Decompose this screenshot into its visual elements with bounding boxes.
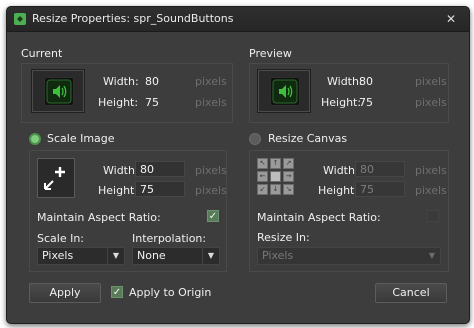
preview-sprite-thumbnail <box>257 69 311 113</box>
anchor-bottom-left-icon[interactable]: ↙ <box>257 184 268 195</box>
anchor-top-icon[interactable]: ↑ <box>270 158 281 169</box>
scale-height-input[interactable]: 75 <box>135 181 185 197</box>
anchor-bottom-right-icon[interactable]: ↘ <box>283 184 294 195</box>
current-height-label: Height: <box>98 96 139 109</box>
anchor-center-icon[interactable] <box>270 171 281 182</box>
current-width-label: Width: <box>103 75 139 88</box>
scale-width-unit: pixels <box>195 164 227 177</box>
chevron-down-icon: ▼ <box>428 251 436 260</box>
canvas-height-unit: pixels <box>415 184 447 197</box>
scale-maintain-aspect-checkbox[interactable]: ✓ <box>207 210 219 222</box>
resize-canvas-label[interactable]: Resize Canvas <box>268 132 347 145</box>
preview-width-label: Width: <box>327 75 363 88</box>
preview-section-title: Preview <box>249 47 292 60</box>
resize-in-dropdown[interactable]: Pixels ▼ <box>257 247 441 265</box>
resize-properties-dialog: Resize Properties: spr_SoundButtons ✕ Cu… <box>6 6 470 324</box>
current-height-unit: pixels <box>195 96 227 109</box>
preview-width-unit: pixels <box>415 75 447 88</box>
anchor-right-icon[interactable]: → <box>283 171 294 182</box>
apply-to-origin-label[interactable]: Apply to Origin <box>129 286 211 299</box>
scale-width-label: Width: <box>103 164 139 177</box>
preview-height-value: 75 <box>359 96 373 109</box>
current-sprite-thumbnail <box>31 69 85 113</box>
canvas-width-input[interactable]: 80 <box>355 161 405 177</box>
anchor-left-icon[interactable]: ← <box>257 171 268 182</box>
anchor-bottom-icon[interactable]: ↓ <box>270 184 281 195</box>
speaker-sprite-icon <box>44 77 74 106</box>
close-button[interactable]: ✕ <box>443 11 459 27</box>
scale-in-value: Pixels <box>42 249 74 262</box>
canvas-maintain-aspect-checkbox[interactable] <box>427 210 439 222</box>
resize-canvas-radio[interactable] <box>249 133 261 145</box>
chevron-down-icon: ▼ <box>202 248 219 264</box>
interpolation-value: None <box>137 249 166 262</box>
anchor-top-left-icon[interactable]: ↖ <box>257 158 268 169</box>
scale-arrows-icon <box>37 158 75 198</box>
resize-in-value: Pixels <box>262 249 294 262</box>
preview-width-value: 80 <box>359 75 373 88</box>
apply-to-origin-checkbox[interactable]: ✓ <box>111 286 123 298</box>
current-width-value: 80 <box>145 75 159 88</box>
resize-in-label: Resize In: <box>257 231 310 244</box>
chevron-down-icon: ▼ <box>107 248 124 264</box>
scale-width-input[interactable]: 80 <box>135 161 185 177</box>
canvas-width-label: Width: <box>323 164 359 177</box>
preview-height-unit: pixels <box>415 96 447 109</box>
current-section-title: Current <box>21 47 63 60</box>
scale-in-dropdown[interactable]: Pixels ▼ <box>37 247 125 265</box>
scale-image-radio[interactable] <box>29 133 41 145</box>
preview-height-label: Height: <box>321 96 362 109</box>
scale-height-label: Height: <box>98 184 139 197</box>
title-bar[interactable]: Resize Properties: spr_SoundButtons ✕ <box>7 7 469 32</box>
canvas-maintain-aspect-label: Maintain Aspect Ratio: <box>257 211 381 224</box>
scale-height-unit: pixels <box>195 184 227 197</box>
canvas-width-unit: pixels <box>415 164 447 177</box>
current-width-unit: pixels <box>195 75 227 88</box>
speaker-sprite-icon <box>270 77 300 106</box>
interpolation-dropdown[interactable]: None ▼ <box>132 247 220 265</box>
apply-button[interactable]: Apply <box>29 283 101 303</box>
canvas-height-label: Height: <box>318 184 359 197</box>
interpolation-label: Interpolation: <box>132 232 207 245</box>
scale-maintain-aspect-label: Maintain Aspect Ratio: <box>37 211 161 224</box>
current-height-value: 75 <box>145 96 159 109</box>
cancel-button[interactable]: Cancel <box>375 283 447 303</box>
scale-in-label: Scale In: <box>37 232 85 245</box>
window-title: Resize Properties: spr_SoundButtons <box>32 12 234 25</box>
gamemaker-app-icon <box>14 13 26 25</box>
canvas-height-input[interactable]: 75 <box>355 181 405 197</box>
anchor-top-right-icon[interactable]: ↗ <box>283 158 294 169</box>
scale-image-label[interactable]: Scale Image <box>47 132 115 145</box>
canvas-anchor-grid: ↖ ↑ ↗ ← → ↙ ↓ ↘ <box>257 158 297 198</box>
